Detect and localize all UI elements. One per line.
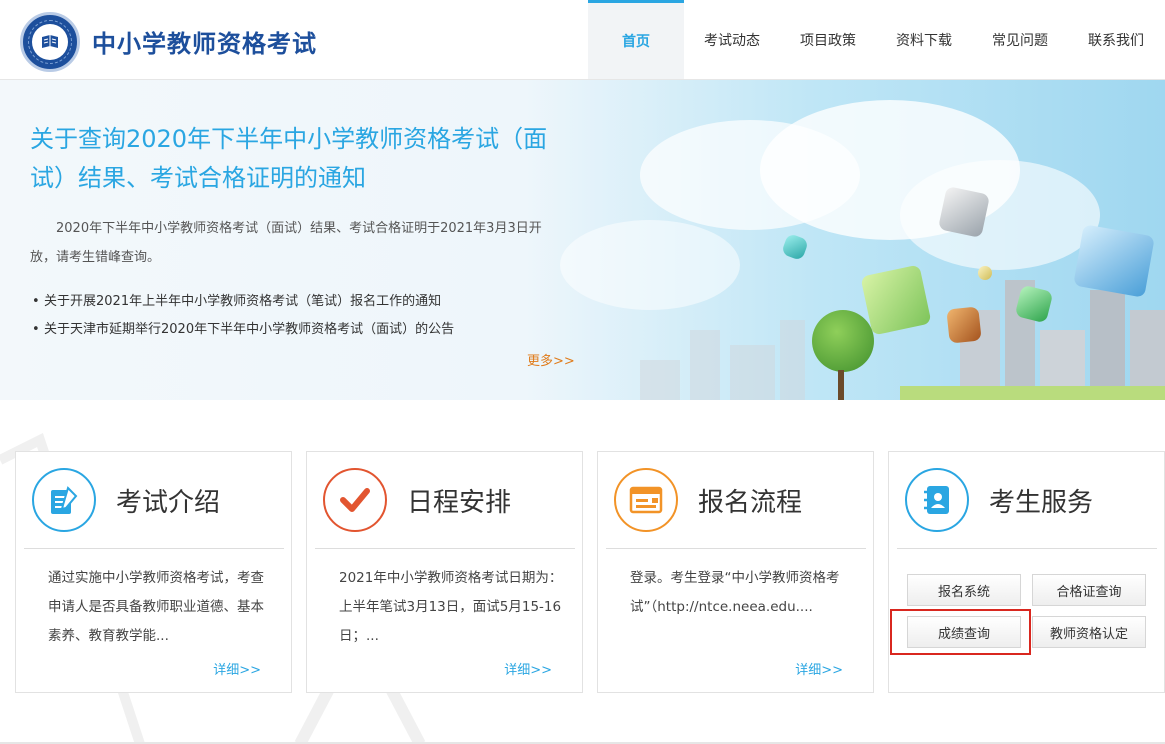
- card-candidate-services: 考生服务: [888, 451, 1165, 693]
- site-title[interactable]: 中小学教师资格考试: [92, 24, 317, 59]
- card-title: 考生服务: [989, 488, 1094, 518]
- cube-decoration: [937, 185, 991, 239]
- checkmark-icon: [323, 468, 387, 532]
- cube-decoration: [978, 266, 992, 280]
- card-title: 考试介绍: [116, 488, 221, 518]
- nav-faq[interactable]: 常见问题: [972, 0, 1068, 79]
- card-title: 报名流程: [698, 488, 803, 518]
- cube-decoration: [946, 306, 982, 344]
- contact-book-icon: [905, 468, 969, 532]
- banner-headline-link[interactable]: 关于查询2020年下半年中小学教师资格考试（面试）结果、考试合格证明的通知: [30, 120, 560, 198]
- card-title: 日程安排: [407, 488, 512, 518]
- building-decoration: [730, 345, 775, 400]
- nav-contact[interactable]: 联系我们: [1068, 0, 1164, 79]
- card-schedule: 日程安排 2021年中小学教师资格考试日期为：上半年笔试3月13日，面试5月15…: [306, 451, 583, 693]
- cloud-decoration: [560, 220, 740, 310]
- pen-document-icon: [32, 468, 96, 532]
- browser-form-icon: [614, 468, 678, 532]
- detail-link[interactable]: 详细>>: [504, 659, 552, 678]
- building-decoration: [780, 320, 805, 400]
- card-exam-intro: 考试介绍 通过实施中小学教师资格考试，考查申请人是否具备教师职业道德、基本素养、…: [15, 451, 292, 693]
- site-logo-icon[interactable]: [20, 12, 80, 72]
- site-header: 中小学教师资格考试 首页 考试动态 项目政策 资料下载 常见问题 联系我们: [0, 0, 1165, 80]
- cube-decoration: [1073, 224, 1155, 298]
- card-text: 通过实施中小学教师资格考试，考查申请人是否具备教师职业道德、基本素养、教育教学能…: [48, 570, 264, 644]
- nav-home[interactable]: 首页: [588, 0, 684, 79]
- building-decoration: [640, 360, 680, 400]
- more-news-link[interactable]: 更多>>: [527, 350, 575, 369]
- detail-link[interactable]: 详细>>: [213, 659, 261, 678]
- nav-policy[interactable]: 项目政策: [780, 0, 876, 79]
- main-nav: 首页 考试动态 项目政策 资料下载 常见问题 联系我们: [588, 0, 1164, 79]
- nav-exam-news[interactable]: 考试动态: [684, 0, 780, 79]
- registration-system-button[interactable]: 报名系统: [907, 574, 1021, 606]
- cube-decoration: [860, 264, 932, 336]
- teacher-qualification-button[interactable]: 教师资格认定: [1032, 616, 1146, 648]
- card-text: 2021年中小学教师资格考试日期为：上半年笔试3月13日，面试5月15-16日；…: [339, 570, 563, 644]
- card-registration-process: 报名流程 登录。考生登录“中小学教师资格考试”（http://ntce.neea…: [597, 451, 874, 693]
- cube-decoration: [780, 232, 810, 262]
- highlight-box: [890, 609, 1031, 655]
- building-decoration: [690, 330, 720, 400]
- news-item-link[interactable]: 关于天津市延期举行2020年下半年中小学教师资格考试（面试）的公告: [30, 316, 560, 344]
- detail-link[interactable]: 详细>>: [795, 659, 843, 678]
- cloud-decoration: [900, 160, 1100, 270]
- certificate-query-button[interactable]: 合格证查询: [1032, 574, 1146, 606]
- banner-description: 2020年下半年中小学教师资格考试（面试）结果、考试合格证明于2021年3月3日…: [30, 221, 542, 265]
- building-decoration: [1090, 290, 1125, 400]
- news-list: 关于开展2021年上半年中小学教师资格考试（笔试）报名工作的通知 关于天津市延期…: [30, 288, 560, 344]
- news-item-link[interactable]: 关于开展2021年上半年中小学教师资格考试（笔试）报名工作的通知: [30, 288, 560, 316]
- tree-decoration: [812, 310, 874, 372]
- nav-downloads[interactable]: 资料下载: [876, 0, 972, 79]
- card-text: 登录。考生登录“中小学教师资格考试”（http://ntce.neea.edu.…: [630, 570, 840, 615]
